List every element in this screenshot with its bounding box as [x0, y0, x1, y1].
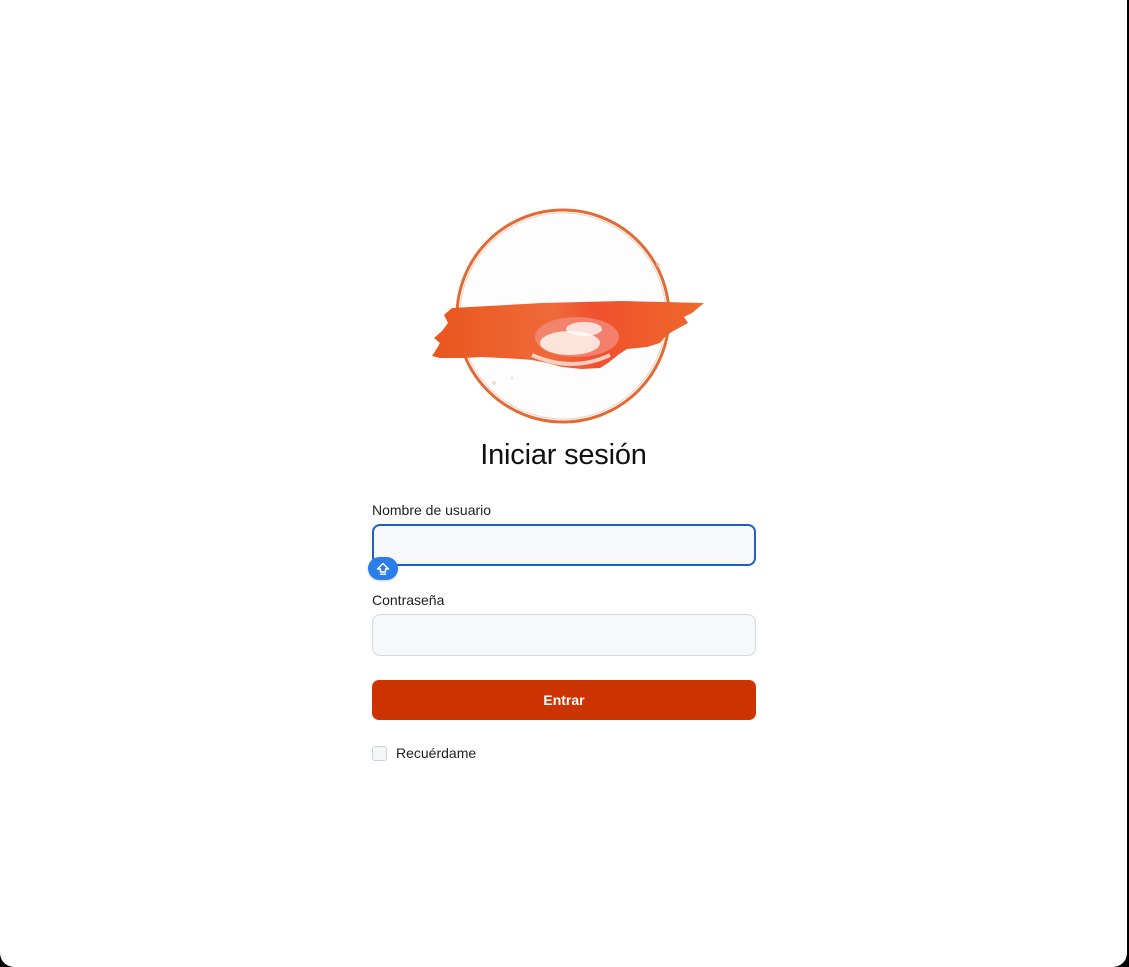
- page-title: Iniciar sesión: [480, 439, 647, 471]
- username-field[interactable]: [372, 524, 756, 566]
- key-up-arrow-icon: [376, 562, 390, 575]
- remember-me-label[interactable]: Recuérdame: [396, 745, 476, 761]
- brand-logo-image: [432, 208, 704, 424]
- password-field[interactable]: [372, 614, 756, 656]
- brand-logo: [422, 205, 706, 427]
- submit-button[interactable]: Entrar: [372, 680, 756, 720]
- password-manager-badge[interactable]: [368, 557, 398, 580]
- remember-me-checkbox[interactable]: [372, 745, 387, 761]
- username-label: Nombre de usuario: [372, 502, 492, 518]
- password-label: Contraseña: [372, 592, 445, 608]
- login-window: Iniciar sesión Nombre de usuario Contras…: [0, 0, 1127, 967]
- remember-me-row[interactable]: Recuérdame: [372, 745, 476, 761]
